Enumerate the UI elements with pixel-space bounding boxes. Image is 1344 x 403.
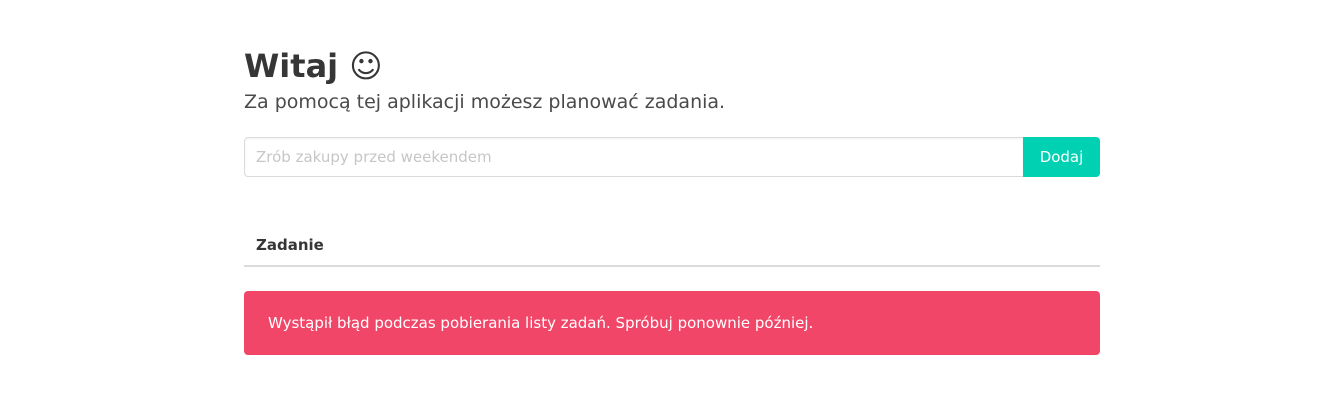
task-input[interactable]: [244, 137, 1023, 177]
table-header-row: Zadanie: [244, 224, 1100, 267]
add-task-form: Dodaj: [244, 137, 1100, 177]
add-task-button[interactable]: Dodaj: [1023, 137, 1100, 177]
page-title: Witaj ☺: [244, 47, 383, 85]
task-table: Zadanie: [244, 224, 1100, 267]
column-header-task: Zadanie: [244, 224, 1100, 267]
page-subtitle: Za pomocą tej aplikacji możesz planować …: [244, 91, 726, 113]
error-notification: Wystąpił błąd podczas pobierania listy z…: [244, 291, 1100, 355]
